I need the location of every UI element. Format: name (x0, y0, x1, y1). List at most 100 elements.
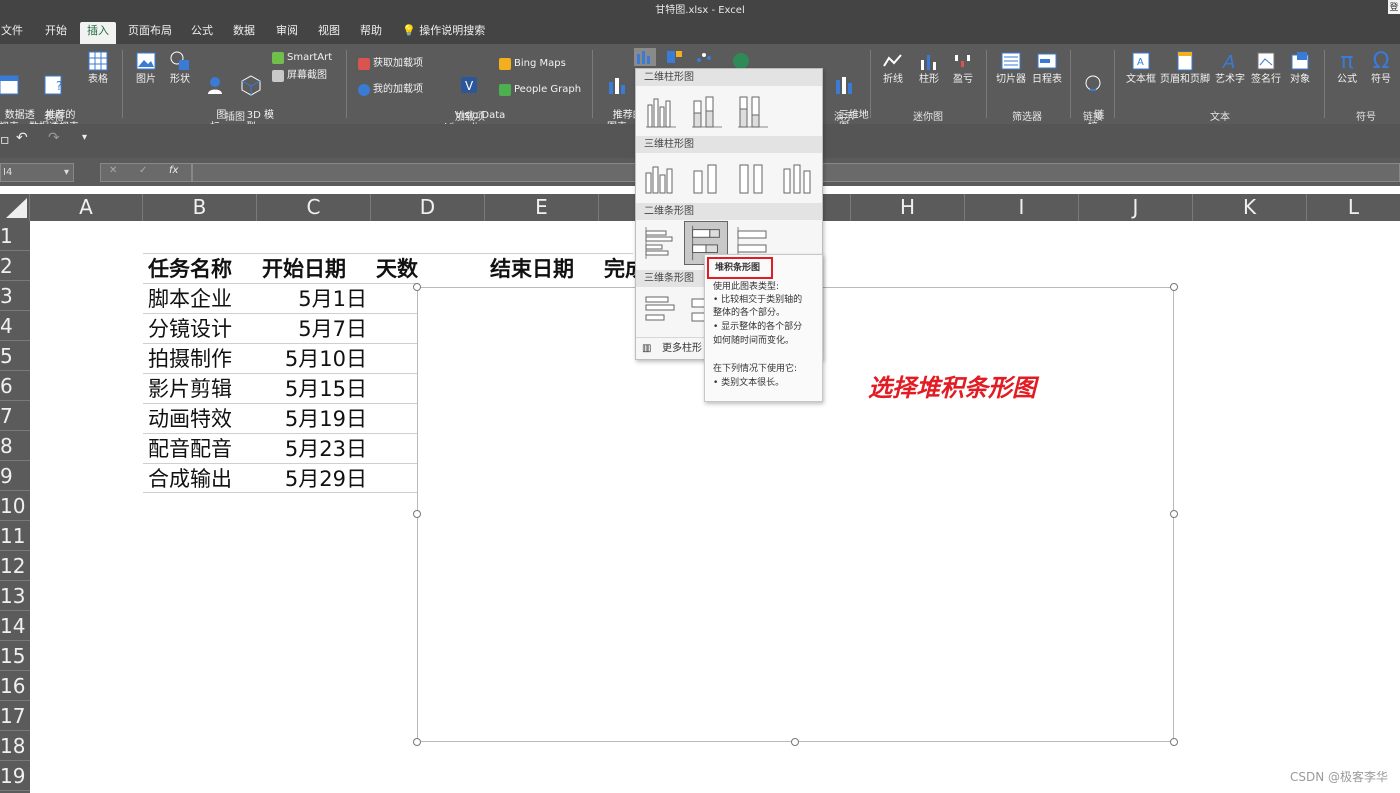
row-header[interactable]: 13 (0, 581, 30, 611)
clustered-column-icon[interactable] (640, 91, 680, 131)
select-all-button[interactable] (0, 194, 30, 221)
row-header[interactable]: 10 (0, 491, 30, 521)
task-name-cell[interactable]: 拍摄制作 (148, 344, 232, 374)
resize-handle[interactable] (413, 283, 421, 291)
tab-home[interactable]: 开始 (40, 22, 72, 44)
tab-data[interactable]: 数据 (228, 22, 260, 44)
screenshot-button[interactable]: 屏幕截图 (272, 69, 327, 83)
column-header-c[interactable]: C (257, 194, 371, 221)
object-button[interactable]: 对象 (1286, 50, 1314, 86)
save-icon[interactable]: ▫ (0, 132, 10, 148)
start-date-cell[interactable]: 5月10日 (257, 344, 367, 374)
row-header[interactable]: 19 (0, 761, 30, 791)
start-date-cell[interactable]: 5月1日 (257, 284, 367, 314)
3d-clustered-column-icon[interactable] (640, 157, 680, 197)
column-header-a[interactable]: A (30, 194, 143, 221)
timeline-button[interactable]: 日程表 (1030, 50, 1064, 86)
row-header[interactable]: 17 (0, 701, 30, 731)
resize-handle[interactable] (413, 738, 421, 746)
header-days[interactable]: 天数 (376, 254, 418, 284)
customize-qat-icon[interactable]: ▾ (82, 132, 87, 143)
row-header[interactable]: 11 (0, 521, 30, 551)
resize-handle[interactable] (1170, 510, 1178, 518)
row-header[interactable]: 4 (0, 311, 30, 341)
header-task-name[interactable]: 任务名称 (148, 254, 232, 284)
start-date-cell[interactable]: 5月29日 (257, 464, 367, 494)
task-name-cell[interactable]: 分镜设计 (148, 314, 232, 344)
tab-page-layout[interactable]: 页面布局 (124, 22, 176, 44)
row-header[interactable]: 1 (0, 221, 30, 251)
textbox-button[interactable]: A 文本框 (1124, 50, 1158, 86)
row-header[interactable]: 9 (0, 461, 30, 491)
tab-file[interactable]: 文件 (0, 22, 24, 44)
row-header[interactable]: 5 (0, 341, 30, 371)
sign-in-button[interactable]: 登 (1388, 0, 1400, 14)
column-header-d[interactable]: D (371, 194, 485, 221)
resize-handle[interactable] (1170, 738, 1178, 746)
insert-function-icon[interactable]: fx (169, 165, 178, 176)
row-header[interactable]: 14 (0, 611, 30, 641)
row-header[interactable]: 12 (0, 551, 30, 581)
symbol-button[interactable]: Ω 符号 (1366, 50, 1396, 86)
table-button[interactable]: 表格 (84, 50, 112, 86)
hierarchy-chart-button[interactable] (664, 48, 686, 66)
bing-maps-button[interactable]: Bing Maps (499, 57, 566, 71)
column-header-j[interactable]: J (1079, 194, 1193, 221)
get-addins-button[interactable]: 获取加载项 (358, 57, 423, 71)
column-header-k[interactable]: K (1193, 194, 1307, 221)
row-header[interactable]: 6 (0, 371, 30, 401)
column-header-e[interactable]: E (485, 194, 599, 221)
resize-handle[interactable] (791, 738, 799, 746)
start-date-cell[interactable]: 5月19日 (257, 404, 367, 434)
shapes-button[interactable]: 形状 (166, 50, 194, 86)
resize-handle[interactable] (413, 510, 421, 518)
scatter-chart-button[interactable] (694, 48, 716, 66)
row-header[interactable]: 16 (0, 671, 30, 701)
smartart-button[interactable]: SmartArt (272, 51, 332, 65)
start-date-cell[interactable]: 5月15日 (257, 374, 367, 404)
people-graph-button[interactable]: People Graph (499, 83, 581, 97)
task-name-cell[interactable]: 影片剪辑 (148, 374, 232, 404)
3d-column-icon[interactable] (778, 157, 818, 197)
column-header-i[interactable]: I (965, 194, 1079, 221)
3d-clustered-bar-icon[interactable] (640, 291, 680, 331)
stacked-column-icon[interactable] (686, 91, 726, 131)
name-box[interactable]: I4 ▾ (0, 163, 74, 182)
undo-icon[interactable]: ↶ (16, 130, 28, 146)
wordart-button[interactable]: A 艺术字 (1214, 50, 1246, 86)
row-header[interactable]: 2 (0, 251, 30, 281)
header-end-date[interactable]: 结束日期 (490, 254, 574, 284)
tab-insert[interactable]: 插入 (80, 22, 116, 44)
slicer-button[interactable]: 切片器 (994, 50, 1028, 86)
start-date-cell[interactable]: 5月23日 (257, 434, 367, 464)
row-header[interactable]: 8 (0, 431, 30, 461)
column-chart-dropdown-button[interactable] (634, 48, 656, 66)
equation-button[interactable]: π 公式 (1332, 50, 1362, 86)
column-header-l[interactable]: L (1307, 194, 1400, 221)
task-name-cell[interactable]: 脚本企业 (148, 284, 232, 314)
100-stacked-column-icon[interactable] (732, 91, 772, 131)
column-header-b[interactable]: B (143, 194, 257, 221)
sparkline-winloss-button[interactable]: 盈亏 (948, 50, 978, 86)
task-name-cell[interactable]: 动画特效 (148, 404, 232, 434)
row-header[interactable]: 18 (0, 731, 30, 761)
row-header[interactable]: 3 (0, 281, 30, 311)
row-header[interactable]: 15 (0, 641, 30, 671)
resize-handle[interactable] (1170, 283, 1178, 291)
redo-icon[interactable]: ↷ (48, 130, 60, 146)
start-date-cell[interactable]: 5月7日 (257, 314, 367, 344)
confirm-icon[interactable]: ✓ (139, 165, 147, 176)
tab-review[interactable]: 审阅 (271, 22, 303, 44)
picture-button[interactable]: 图片 (132, 50, 160, 86)
cancel-icon[interactable]: ✕ (109, 165, 117, 176)
3d-stacked-column-icon[interactable] (686, 157, 726, 197)
3d-100-stacked-column-icon[interactable] (732, 157, 772, 197)
sparkline-column-button[interactable]: 柱形 (914, 50, 944, 86)
signature-line-button[interactable]: 签名行 (1248, 50, 1284, 86)
row-header[interactable]: 7 (0, 401, 30, 431)
header-footer-button[interactable]: 页眉和页脚 (1158, 50, 1212, 86)
task-name-cell[interactable]: 配音配音 (148, 434, 232, 464)
clustered-bar-icon[interactable] (640, 223, 680, 263)
task-name-cell[interactable]: 合成输出 (148, 464, 232, 494)
tell-me-search[interactable]: 💡 操作说明搜索 (402, 22, 485, 40)
